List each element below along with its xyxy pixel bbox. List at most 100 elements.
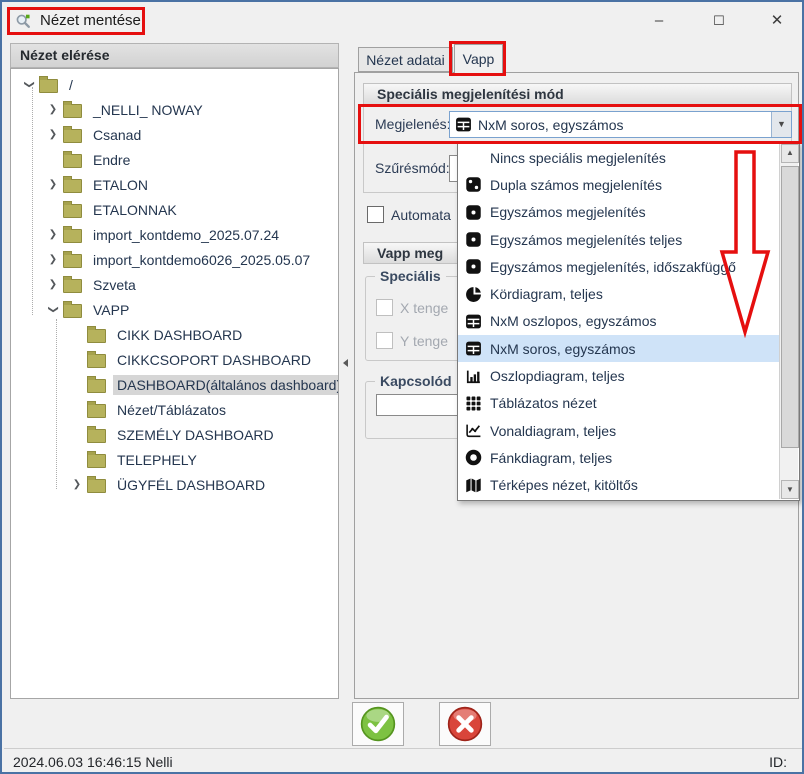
chevron-right-icon[interactable]: ❯ [45,254,61,265]
table-grid-icon [455,116,472,133]
tree-panel: ❯/❯_NELLI_ NOWAY❯CsanadEndre❯ETALONETALO… [10,68,339,699]
scroll-down-icon[interactable]: ▼ [781,480,799,499]
tree-item-label[interactable]: _NELLI_ NOWAY [89,100,207,120]
tree-item-label[interactable]: ETALON [89,175,152,195]
x-icon [446,705,484,743]
tree-item[interactable]: ❯ ÜGYFÉL DASHBOARD [11,472,338,497]
tree-item[interactable]: Nézet/Táblázatos [11,397,338,422]
tree-item[interactable]: DASHBOARD(általános dashboard) [11,372,338,397]
folder-icon [63,154,82,168]
scroll-up-icon[interactable]: ▲ [781,144,799,163]
display-mode-label: Megjelenés: [375,116,451,132]
tree-item-label[interactable]: Csanad [89,125,145,145]
listbox-item[interactable]: Nincs speciális megjelenítés [458,144,779,171]
automata-checkbox[interactable]: Automata [367,206,451,225]
listbox-item[interactable]: Egyszámos megjelenítés [458,199,779,226]
kapcsolodo-groupbox-label: Kapcsolód [375,373,457,389]
close-button[interactable]: ✕ [760,8,794,34]
tree-item[interactable]: ❯ ETALON [11,172,338,197]
tree-item[interactable]: ❯ import_kontdemo_2025.07.24 [11,222,338,247]
listbox-item[interactable]: Táblázatos nézet [458,390,779,417]
splitter-collapse-icon[interactable] [343,359,348,367]
listbox-item[interactable]: Oszlopdiagram, teljes [458,362,779,389]
tree-item-label[interactable]: DASHBOARD(általános dashboard) [113,375,339,395]
folder-icon [63,104,82,118]
tree-item[interactable]: ❯ import_kontdemo6026_2025.05.07 [11,247,338,272]
tree-item-label[interactable]: Szveta [89,275,140,295]
chevron-right-icon[interactable]: ❯ [45,179,61,190]
listbox-item[interactable]: Térképes nézet, kitöltős [458,472,779,499]
display-mode-value: NxM soros, egyszámos [478,117,771,133]
chevron-down-icon[interactable]: ▼ [771,112,791,137]
y-axis-checkbox[interactable]: Y tenge [376,332,448,351]
tree-item[interactable]: ❯/ [11,72,338,97]
tree-item[interactable]: ❯ Szveta [11,272,338,297]
folder-icon [63,204,82,218]
tree-item-label[interactable]: ÜGYFÉL DASHBOARD [113,475,269,495]
listbox-item[interactable]: Egyszámos megjelenítés teljes [458,226,779,253]
checkbox-icon[interactable] [367,206,384,223]
chevron-down-icon[interactable]: ❯ [24,77,35,93]
listbox-item-label: Kördiagram, teljes [490,286,603,302]
tab-vapp[interactable]: Vapp [454,44,503,73]
listbox-item[interactable]: Fánkdiagram, teljes [458,444,779,471]
chevron-right-icon[interactable]: ❯ [45,279,61,290]
scrollbar-thumb[interactable] [781,166,799,448]
tree-item[interactable]: Endre [11,147,338,172]
cancel-button[interactable] [439,702,491,746]
tree-item-label[interactable]: CIKK DASHBOARD [113,325,246,345]
maximize-button[interactable]: ☐ [702,8,736,34]
tree-item-label[interactable]: / [65,75,77,95]
checkbox-icon[interactable] [376,299,393,316]
tree-item-label[interactable]: SZEMÉLY DASHBOARD [113,425,278,445]
tree-item-label[interactable]: CIKKCSOPORT DASHBOARD [113,350,315,370]
tree-item[interactable]: TELEPHELY [11,447,338,472]
chevron-right-icon[interactable]: ❯ [45,129,61,140]
x-axis-checkbox[interactable]: X tenge [376,299,448,318]
save-view-dialog: Nézet mentése – ☐ ✕ Nézet elérése ❯/❯_NE… [0,0,804,774]
tree-item[interactable]: CIKK DASHBOARD [11,322,338,347]
chevron-right-icon[interactable]: ❯ [45,104,61,115]
listbox-item-label: Vonaldiagram, teljes [490,423,616,439]
line-chart-icon [465,422,482,439]
tree-item[interactable]: ❯ _NELLI_ NOWAY [11,97,338,122]
table-grid-icon [465,313,482,330]
chevron-right-icon[interactable]: ❯ [69,479,85,490]
tree-item-label[interactable]: import_kontdemo_2025.07.24 [89,225,283,245]
special-display-group-header: Speciális megjelenítési mód [363,83,792,105]
pie-chart-icon [465,286,482,303]
folder-icon [63,229,82,243]
listbox-item[interactable]: NxM oszlopos, egyszámos [458,308,779,335]
tree-item[interactable]: CIKKCSOPORT DASHBOARD [11,347,338,372]
tree-item[interactable]: SZEMÉLY DASHBOARD [11,422,338,447]
listbox-item[interactable]: NxM soros, egyszámos [458,335,779,362]
specialis-groupbox-label: Speciális [375,268,446,284]
listbox-item[interactable]: Vonaldiagram, teljes [458,417,779,444]
chevron-down-icon[interactable]: ❯ [48,302,59,318]
chevron-right-icon[interactable]: ❯ [45,229,61,240]
minimize-button[interactable]: – [642,8,676,34]
checkbox-icon[interactable] [376,332,393,349]
dice-one-icon [465,231,482,248]
folder-icon [87,329,106,343]
tree-item-label[interactable]: VAPP [89,300,133,320]
display-mode-combobox[interactable]: NxM soros, egyszámos ▼ [449,111,792,138]
tree-item-label[interactable]: Endre [89,150,134,170]
tree-item[interactable]: ❯ Csanad [11,122,338,147]
folder-icon [63,304,82,318]
tree-item-label[interactable]: ETALONNAK [89,200,181,220]
tree-item-label[interactable]: import_kontdemo6026_2025.05.07 [89,250,314,270]
tree-item-label[interactable]: TELEPHELY [113,450,201,470]
tree-item[interactable]: ETALONNAK [11,197,338,222]
ok-button[interactable] [352,702,404,746]
listbox-scrollbar[interactable]: ▲ ▼ [779,144,798,499]
listbox-item[interactable]: Dupla számos megjelenítés [458,171,779,198]
listbox-item-label: Dupla számos megjelenítés [490,177,662,193]
tree-item[interactable]: ❯ VAPP [11,297,338,322]
grid-dots-icon [465,395,482,412]
tab-nezet-adatai[interactable]: Nézet adatai [358,47,453,72]
tree-item-label[interactable]: Nézet/Táblázatos [113,400,230,420]
listbox-item[interactable]: Egyszámos megjelenítés, időszakfüggő [458,253,779,280]
window-title: Nézet mentése [40,12,141,29]
listbox-item[interactable]: Kördiagram, teljes [458,280,779,307]
